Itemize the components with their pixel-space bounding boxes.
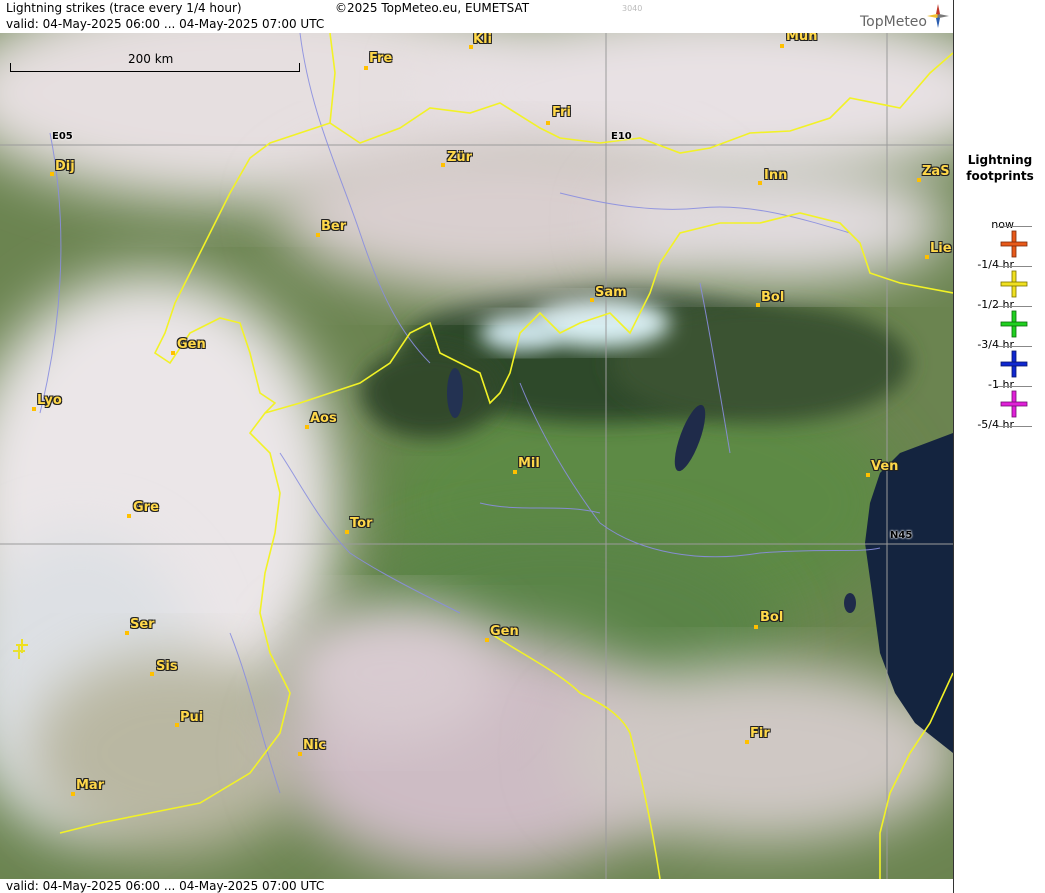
city-label: Tor <box>350 516 373 531</box>
lightning-cross-icon <box>1000 310 1028 338</box>
valid-time-bottom: valid: 04-May-2025 06:00 ... 04-May-2025… <box>6 879 325 893</box>
scale-label: 200 km <box>128 52 174 66</box>
legend-title: Lightning footprints <box>954 152 1045 184</box>
city-label: Gen <box>490 624 519 639</box>
city-label: Fre <box>369 51 393 66</box>
city-label: Mil <box>518 456 540 471</box>
legend-divider <box>996 346 1032 347</box>
lightning-cross-icon <box>1000 270 1028 298</box>
city-label: Ser <box>130 617 155 632</box>
brand-name: TopMeteo <box>860 14 927 30</box>
grid-label-e10: E10 <box>611 131 632 142</box>
city-label: Sam <box>595 285 627 300</box>
legend-title-line2: footprints <box>966 169 1034 183</box>
city-label: Fri <box>552 105 571 120</box>
legend-divider <box>996 386 1032 387</box>
legend-divider <box>996 306 1032 307</box>
compass-logo-icon <box>927 4 949 28</box>
city-label: Inn <box>764 168 788 183</box>
grid-label-e05: E05 <box>52 131 73 142</box>
satellite-image <box>0 33 953 879</box>
city-label: Gre <box>133 500 159 515</box>
city-label: Aos <box>310 411 337 426</box>
city-label: Bol <box>761 290 785 305</box>
city-label: Zür <box>447 150 473 165</box>
legend-item-three-quarter: -3/4 hr <box>954 338 1045 378</box>
legend-item-now: now <box>954 218 1045 258</box>
lightning-cross-icon <box>1000 390 1028 418</box>
legend-item-five-quarter: -5/4 hr <box>954 418 1045 458</box>
legend-label: -5/4 hr <box>977 418 1014 431</box>
city-label: Pui <box>180 710 204 725</box>
city-label: Dij <box>55 159 75 174</box>
satellite-map[interactable]: 200 km E05 E10 N45 Kli Mün Fre Fri Dij Z… <box>0 33 953 879</box>
city-label: Bol <box>760 610 784 625</box>
city-label: Fir <box>750 726 770 741</box>
legend-item-one-hour: -1 hr <box>954 378 1045 418</box>
city-label: Kli <box>473 33 492 47</box>
lightning-cross-icon <box>1000 350 1028 378</box>
product-code: 3040 <box>622 4 643 13</box>
copyright-text: ©2025 TopMeteo.eu, EUMETSAT <box>335 1 530 15</box>
valid-time-top: valid: 04-May-2025 06:00 ... 04-May-2025… <box>6 17 325 31</box>
city-label: Lyo <box>37 393 62 408</box>
city-label: Mün <box>786 33 818 44</box>
city-label: Sis <box>156 659 178 674</box>
footer-bar: valid: 04-May-2025 06:00 ... 04-May-2025… <box>0 879 953 893</box>
map-title: Lightning strikes (trace every 1/4 hour) <box>6 1 242 15</box>
legend-item-half: -1/2 hr <box>954 298 1045 338</box>
city-label: Lie <box>930 241 952 256</box>
legend-panel: Lightning footprints now -1/4 hr -1/2 hr… <box>953 0 1045 893</box>
city-label: ZaS <box>922 164 950 179</box>
city-label: Ven <box>871 459 899 474</box>
city-label: Nic <box>303 738 327 753</box>
header-bar: Lightning strikes (trace every 1/4 hour)… <box>0 0 953 33</box>
city-label: Mar <box>76 778 105 793</box>
grid-label-n45: N45 <box>890 530 913 541</box>
lightning-cross-icon <box>1000 230 1028 258</box>
legend-item-quarter: -1/4 hr <box>954 258 1045 298</box>
legend-divider <box>996 426 1032 427</box>
city-label: Gen <box>177 337 206 352</box>
legend-divider <box>996 266 1032 267</box>
city-label: Ber <box>321 219 347 234</box>
legend-divider <box>996 226 1032 227</box>
legend-title-line1: Lightning <box>967 153 1033 167</box>
